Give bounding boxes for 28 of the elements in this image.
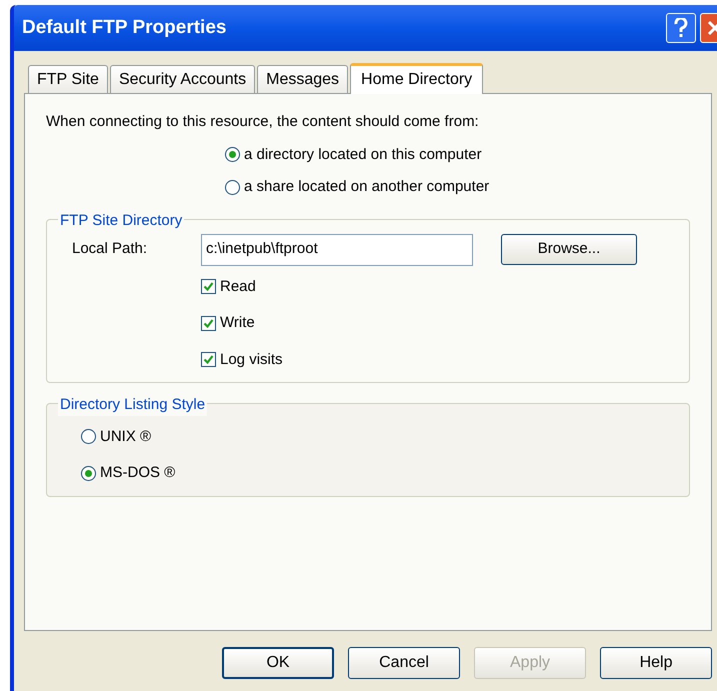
checkbox-label: Log visits [220,350,283,370]
checkbox[interactable] [201,316,216,331]
prompt-text: When connecting to this resource, the content should come from: [46,112,480,132]
local-path-field[interactable]: c:\inetpub\ftproot [201,234,473,266]
radio-button[interactable] [225,180,240,195]
radio-button[interactable] [225,147,240,162]
radio-button[interactable] [81,429,96,444]
checkbox-label: Read [220,276,256,296]
question-mark-icon [674,18,688,38]
field-label: Local Path: [72,239,148,260]
radio-label: UNIX ® [100,426,152,446]
tab[interactable]: Home Directory [350,63,484,94]
radio-label: a share located on another computer [244,177,490,197]
dialog-button[interactable]: Cancel [348,647,460,679]
checkbox[interactable] [201,279,216,294]
help-button[interactable] [666,13,696,43]
checkbox-label: Write [220,313,255,333]
radio-label: MS-DOS ® [100,463,176,483]
dialog-button[interactable]: Help [600,647,712,679]
checkbox[interactable] [201,352,216,368]
tab[interactable]: Security Accounts [110,65,256,93]
tab[interactable]: FTP Site [28,65,108,93]
radio-button[interactable] [81,466,96,481]
browse-button[interactable]: Browse... [501,234,637,265]
window-title: Default FTP Properties [22,16,228,40]
tab[interactable]: Messages [257,65,348,93]
radio-label: a directory located on this computer [244,144,482,164]
dialog-button[interactable]: OK [222,647,334,679]
